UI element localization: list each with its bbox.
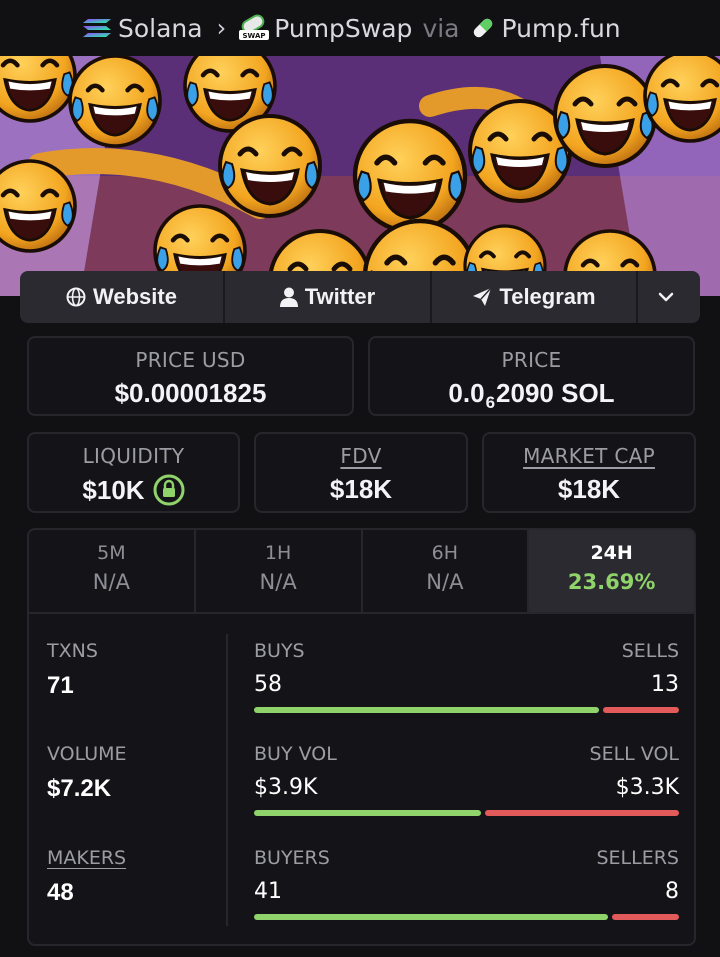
- price-usd-label: PRICE USD: [135, 348, 246, 372]
- tab-change: N/A: [426, 570, 464, 594]
- buy-vol-bar: [254, 810, 482, 816]
- website-label: Website: [93, 284, 177, 309]
- globe-icon: [66, 287, 86, 307]
- more-links-button[interactable]: [638, 271, 700, 323]
- buyers-value: 41: [254, 879, 282, 904]
- liquidity-label: LIQUIDITY: [82, 444, 185, 468]
- price-usd-value: $0.00001825: [114, 378, 267, 408]
- breadcrumb-dex[interactable]: SWAP PumpSwap: [238, 14, 412, 43]
- price-sol-prefix: 0.0: [448, 378, 485, 408]
- volume-label: VOLUME: [47, 743, 127, 765]
- sell-vol-bar: [485, 810, 679, 816]
- trading-stats-panel: 5M N/A 1H N/A 6H N/A 24H 23.69% TXNS 71 …: [27, 528, 696, 946]
- telegram-link-button[interactable]: Telegram: [432, 271, 638, 323]
- txns-row: TXNS 71 BUYS SELLS 58 13: [29, 640, 694, 740]
- makers-label[interactable]: MAKERS: [47, 847, 126, 869]
- makers-row: MAKERS 48 BUYERS SELLERS 41 8: [29, 847, 694, 944]
- solana-icon: [83, 19, 111, 37]
- txns-label: TXNS: [47, 640, 98, 662]
- telegram-label: Telegram: [499, 284, 596, 309]
- chain-name: Solana: [118, 13, 203, 43]
- tab-1h[interactable]: 1H N/A: [196, 530, 363, 612]
- tab-5m[interactable]: 5M N/A: [29, 530, 196, 612]
- lock-icon[interactable]: [153, 474, 185, 506]
- buys-bar: [254, 707, 600, 713]
- price-usd-card: PRICE USD $0.00001825: [27, 336, 354, 416]
- sell-vol-value: $3.3K: [615, 775, 679, 800]
- tab-label: 24H: [590, 542, 633, 564]
- token-banner-image: [0, 56, 720, 296]
- via-text: via: [422, 13, 460, 43]
- tab-label: 1H: [264, 542, 292, 564]
- price-sol-label: PRICE: [501, 348, 562, 372]
- price-sol-suffix: 2090 SOL: [496, 378, 615, 408]
- price-sol-value: 0.0 6 2090 SOL: [370, 378, 693, 412]
- tab-label: 6H: [431, 542, 459, 564]
- tab-24h[interactable]: 24H 23.69%: [529, 530, 694, 612]
- paper-plane-icon: [473, 287, 492, 306]
- volume-value: $7.2K: [47, 775, 112, 802]
- buys-label: BUYS: [254, 640, 305, 662]
- pumpswap-icon: SWAP: [239, 14, 270, 40]
- buy-vol-label: BUY VOL: [254, 743, 337, 765]
- market-cap-label[interactable]: MARKET CAP: [484, 444, 694, 468]
- website-link-button[interactable]: Website: [20, 271, 225, 323]
- txns-value: 71: [47, 672, 74, 699]
- twitter-link-button[interactable]: Twitter: [225, 271, 432, 323]
- buyers-label: BUYERS: [254, 847, 330, 869]
- liquidity-card: LIQUIDITY $10K: [27, 432, 240, 513]
- liquidity-value: $10K: [82, 474, 145, 505]
- tab-label: 5M: [97, 542, 126, 564]
- sellers-label: SELLERS: [596, 847, 679, 869]
- sell-vol-label: SELL VOL: [589, 743, 679, 765]
- breadcrumb-chain[interactable]: Solana: [82, 14, 203, 43]
- pill-icon: [473, 18, 492, 38]
- twitter-label: Twitter: [304, 284, 376, 309]
- tab-change: 23.69%: [567, 570, 656, 594]
- stats-rows: TXNS 71 BUYS SELLS 58 13 VOLUME $7.2K BU…: [29, 614, 694, 944]
- tab-change: N/A: [259, 570, 297, 594]
- liquidity-value-row: $10K: [29, 474, 238, 506]
- buyers-sellers-ratio-bar: [254, 914, 679, 920]
- market-cap-value: $18K: [557, 474, 621, 504]
- tab-change: N/A: [92, 570, 130, 594]
- buy-vol-value: $3.9K: [254, 775, 318, 800]
- fdv-card: FDV $18K: [254, 432, 468, 513]
- chevron-down-icon: [658, 292, 673, 302]
- buys-value: 58: [254, 672, 282, 697]
- breadcrumb-launchpad[interactable]: Pump.fun: [470, 14, 621, 43]
- launchpad-name: Pump.fun: [501, 13, 621, 43]
- tab-6h[interactable]: 6H N/A: [363, 530, 530, 612]
- sellers-bar: [611, 914, 679, 920]
- buyers-bar: [254, 914, 608, 920]
- svg-text:SWAP: SWAP: [243, 32, 266, 40]
- timeframe-tabs: 5M N/A 1H N/A 6H N/A 24H 23.69%: [29, 530, 694, 614]
- user-icon: [279, 287, 298, 307]
- sells-bar: [603, 707, 679, 713]
- dex-name: PumpSwap: [274, 13, 413, 43]
- sells-value: 13: [651, 672, 679, 697]
- price-sol-zero-count: 6: [485, 392, 496, 412]
- fdv-value: $18K: [329, 474, 393, 504]
- sellers-value: 8: [665, 879, 679, 904]
- sells-label: SELLS: [621, 640, 679, 662]
- price-sol-card: PRICE 0.0 6 2090 SOL: [368, 336, 695, 416]
- chevron-right-icon: ›: [216, 14, 227, 42]
- volume-row: VOLUME $7.2K BUY VOL SELL VOL $3.9K $3.3…: [29, 743, 694, 843]
- volume-ratio-bar: [254, 810, 679, 816]
- breadcrumb: Solana › SWAP PumpSwap via Pump.fun: [0, 0, 720, 56]
- social-links-bar: Website Twitter Telegram: [20, 271, 700, 323]
- buys-sells-ratio-bar: [254, 707, 679, 713]
- fdv-label[interactable]: FDV: [256, 444, 466, 468]
- makers-value: 48: [47, 879, 74, 906]
- market-cap-card: MARKET CAP $18K: [482, 432, 696, 513]
